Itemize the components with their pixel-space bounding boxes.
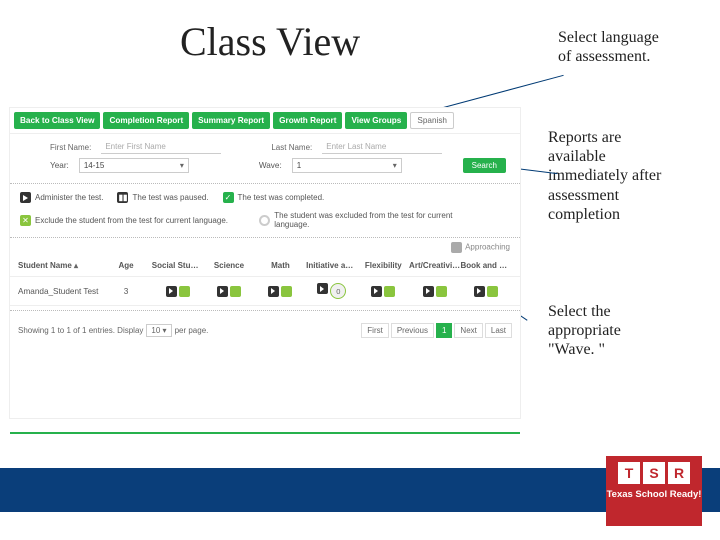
administer-button[interactable] <box>317 283 328 294</box>
administer-button[interactable] <box>474 286 485 297</box>
annotation-language: Select language of assessment. <box>558 28 668 66</box>
first-name-input[interactable]: Enter First Name <box>101 140 221 154</box>
back-to-class-view-button[interactable]: Back to Class View <box>14 112 100 129</box>
search-row-2: Year: 14-15▾ Wave: 1▾ Search <box>10 158 520 179</box>
table-header: Student Name ▴ Age Social Studies Scienc… <box>10 255 520 277</box>
toolbar: Back to Class View Completion Report Sum… <box>10 108 520 134</box>
administer-button[interactable] <box>268 286 279 297</box>
page-last[interactable]: Last <box>485 323 512 338</box>
td-init: 0 <box>306 283 357 299</box>
play-icon <box>20 192 31 203</box>
search-button[interactable]: Search <box>463 158 506 173</box>
year-label: Year: <box>50 161 69 170</box>
exclude-icon: ✕ <box>20 215 31 226</box>
td-student-name[interactable]: Amanda_Student Test <box>18 287 100 296</box>
td-science <box>203 286 254 297</box>
tsr-logo: T S R Texas School Ready! <box>606 456 702 526</box>
check-icon: ✓ <box>223 192 234 203</box>
legend-approaching: Approaching <box>10 242 520 255</box>
td-book <box>461 286 512 297</box>
th-math[interactable]: Math <box>255 261 306 270</box>
completion-report-button[interactable]: Completion Report <box>103 112 189 129</box>
page-next[interactable]: Next <box>454 323 482 338</box>
administer-button[interactable] <box>371 286 382 297</box>
year-select[interactable]: 14-15▾ <box>79 158 189 173</box>
th-age[interactable]: Age <box>100 261 151 270</box>
logo-letter-s: S <box>643 462 665 484</box>
td-flex <box>358 286 409 297</box>
wave-select[interactable]: 1▾ <box>292 158 402 173</box>
app-panel: Back to Class View Completion Report Sum… <box>10 108 520 418</box>
th-book[interactable]: Book and Print R... <box>461 261 512 270</box>
legend-administer: Administer the test. <box>20 192 103 203</box>
per-page-suffix: per page. <box>175 326 209 335</box>
page-current[interactable]: 1 <box>436 323 452 338</box>
td-art <box>409 286 460 297</box>
growth-report-button[interactable]: Growth Report <box>273 112 342 129</box>
th-science[interactable]: Science <box>203 261 254 270</box>
legend-completed: ✓The test was completed. <box>223 192 325 203</box>
wave-label: Wave: <box>259 161 282 170</box>
annotation-reports: Reports are available immediately after … <box>548 128 668 224</box>
view-groups-button[interactable]: View Groups <box>345 112 407 129</box>
th-student[interactable]: Student Name ▴ <box>18 261 100 270</box>
first-name-label: First Name: <box>50 143 91 152</box>
exclude-button[interactable] <box>384 286 395 297</box>
chevron-down-icon: ▾ <box>180 161 184 170</box>
th-flex[interactable]: Flexibility <box>358 261 409 270</box>
administer-button[interactable] <box>423 286 434 297</box>
legend-paused: ▮▮The test was paused. <box>117 192 208 203</box>
td-social <box>152 286 203 297</box>
th-social[interactable]: Social Studies <box>152 261 203 270</box>
last-name-input[interactable]: Enter Last Name <box>322 140 442 154</box>
summary-report-button[interactable]: Summary Report <box>192 112 270 129</box>
language-select[interactable]: Spanish <box>410 112 454 129</box>
exclude-button[interactable] <box>179 286 190 297</box>
exclude-button[interactable] <box>230 286 241 297</box>
legend-exclude: ✕Exclude the student from the test for c… <box>20 211 245 229</box>
td-math <box>255 286 306 297</box>
th-init[interactable]: Initiative and Curio... <box>306 261 357 270</box>
page-first[interactable]: First <box>361 323 389 338</box>
legend-excluded: The student was excluded from the test f… <box>259 211 484 229</box>
td-age: 3 <box>100 287 151 296</box>
legend: Administer the test. ▮▮The test was paus… <box>10 188 520 233</box>
last-name-label: Last Name: <box>271 143 312 152</box>
sort-icon: ▴ <box>74 261 78 270</box>
logo-letter-t: T <box>618 462 640 484</box>
logo-letter-r: R <box>668 462 690 484</box>
page-prev[interactable]: Previous <box>391 323 434 338</box>
exclude-button[interactable] <box>487 286 498 297</box>
excluded-icon <box>259 215 270 226</box>
annotation-wave: Select the appropriate "Wave. " <box>548 302 668 360</box>
administer-button[interactable] <box>166 286 177 297</box>
pause-icon: ▮▮ <box>117 192 128 203</box>
table-row: Amanda_Student Test 3 0 <box>10 277 520 306</box>
rows-per-page-select[interactable]: 10 ▾ <box>146 324 171 337</box>
slide-title: Class View <box>180 18 360 65</box>
exclude-button[interactable] <box>436 286 447 297</box>
th-art[interactable]: Art/Creativity And D... <box>409 261 460 270</box>
chevron-down-icon: ▾ <box>393 161 397 170</box>
table-footer: Showing 1 to 1 of 1 entries. Display 10 … <box>10 315 520 346</box>
logo-subtitle: Texas School Ready! <box>606 489 702 500</box>
pagination: First Previous 1 Next Last <box>361 323 512 338</box>
exclude-button[interactable] <box>281 286 292 297</box>
showing-text: Showing 1 to 1 of 1 entries. Display <box>18 326 143 335</box>
administer-button[interactable] <box>217 286 228 297</box>
score-badge: 0 <box>330 283 346 299</box>
panel-underline <box>10 432 520 434</box>
search-row-1: First Name: Enter First Name Last Name: … <box>10 134 520 158</box>
